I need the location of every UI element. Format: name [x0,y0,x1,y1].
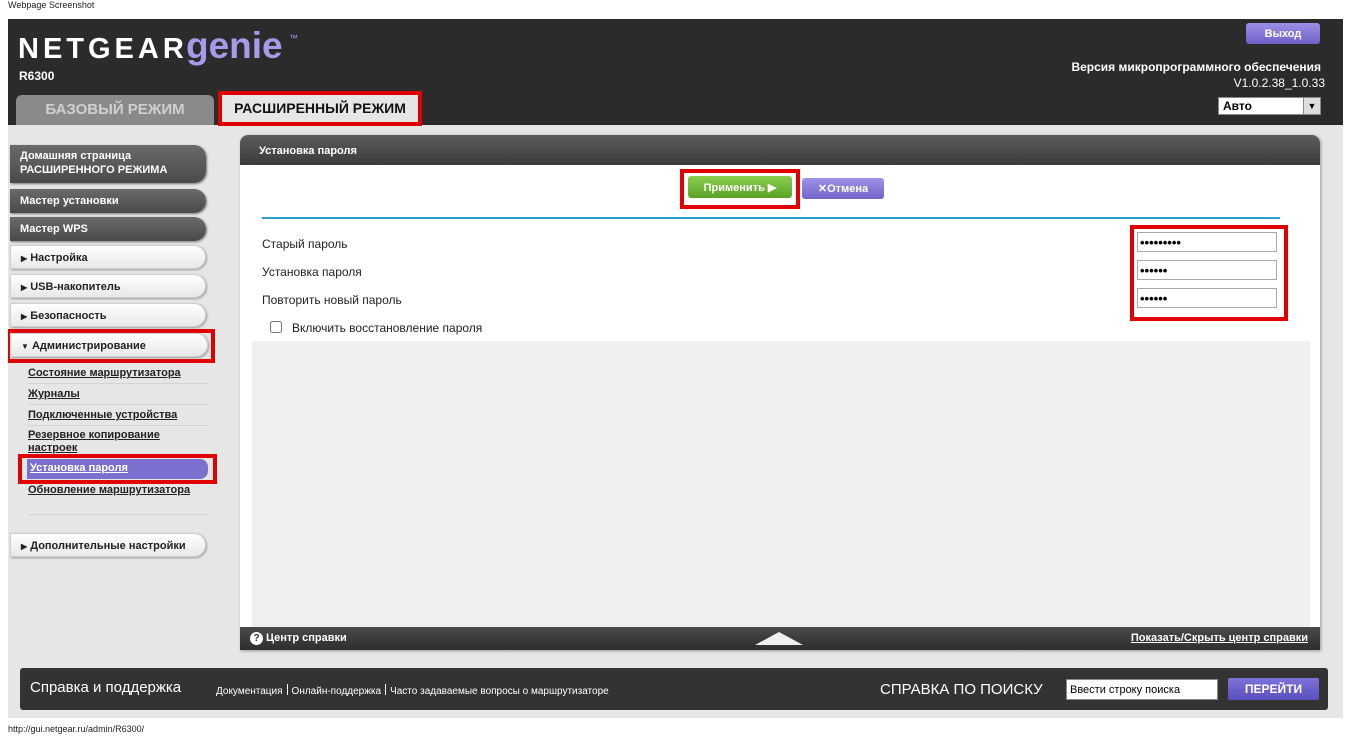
sidebar-item-advanced-home[interactable]: Домашняя страница РАСШИРЕННОГО РЕЖИМА [10,145,206,183]
language-select[interactable]: Авто ▼ [1218,97,1321,115]
new-password-label: Установка пароля [262,265,362,279]
submenu-set-password[interactable]: Установка пароля [27,459,208,479]
password-recovery-checkbox[interactable] [270,321,282,333]
sidebar-item-security[interactable]: ▶ Безопасность [10,303,206,327]
trademark-mark: ™ [289,33,298,43]
sidebar-item-label: Безопасность [30,310,107,322]
submenu-attached-devices[interactable]: Подключенные устройства [28,407,208,426]
chevron-down-icon[interactable]: ▼ [1303,98,1320,114]
netgear-logo: NETGEAR [18,33,188,65]
arrow-down-icon: ▼ [21,342,29,351]
content-panel: Установка пароля Применить ▶ ✕Отмена Ста… [240,135,1320,650]
cancel-button[interactable]: ✕Отмена [802,178,884,199]
sidebar-item-label: Мастер WPS [20,223,88,235]
repeat-password-field[interactable] [1137,288,1277,308]
sidebar-item-label: Администрирование [31,340,146,352]
router-model: R6300 [19,69,55,83]
submenu-router-update[interactable]: Обновление маршрутизатора [28,483,208,515]
help-icon[interactable]: ? [250,632,263,645]
old-password-field[interactable] [1137,232,1277,252]
toggle-help-link[interactable]: Показать/Скрыть центр справки [1131,632,1308,644]
firmware-label: Версия микропрограммного обеспечения [1071,60,1321,74]
sidebar-item-label: Дополнительные настройки [30,540,186,552]
status-bar-url: http://gui.netgear.ru/admin/R6300/ [8,724,145,734]
sidebar-item-label: USB-накопитель [30,281,121,293]
submenu-logs[interactable]: Журналы [28,386,208,405]
sidebar-item-label: Мастер установки [20,195,119,207]
password-recovery-label: Включить восстановление пароля [292,321,483,335]
top-header: NETGEAR genie ™ R6300 Выход Версия микро… [8,19,1343,126]
support-title: Справка и поддержка [30,679,182,696]
firmware-version: V1.0.2.38_1.0.33 [1233,76,1325,90]
link-separator [385,684,387,695]
sidebar-item-setup[interactable]: ▶ Настройка [10,245,206,269]
search-help-title: СПРАВКА ПО ПОИСКУ [880,681,1043,698]
sidebar-item-label: Домашняя страница [20,150,132,162]
arrow-right-icon: ▶ [21,312,28,321]
help-center-bar: ? Центр справки Показать/Скрыть центр сп… [240,627,1320,650]
expand-arrow-icon[interactable] [755,632,803,645]
apply-button[interactable]: Применить ▶ [688,176,792,198]
submenu-router-status[interactable]: Состояние маршрутизатора [28,365,208,384]
router-admin-page: NETGEAR genie ™ R6300 Выход Версия микро… [8,19,1343,718]
search-input[interactable] [1066,679,1218,700]
language-value: Авто [1223,99,1252,113]
search-go-button[interactable]: ПЕРЕЙТИ [1228,678,1319,700]
sidebar-item-administration[interactable]: ▼ Администрирование [10,333,208,357]
genie-logo: genie [186,25,283,66]
support-footer: Справка и поддержка Документация Онлайн-п… [20,668,1328,710]
panel-title: Установка пароля [240,135,1320,165]
support-links: Документация Онлайн-поддержка Часто задава… [216,684,609,697]
sidebar-item-label: Настройка [30,252,88,264]
arrow-right-icon: ▶ [21,283,28,292]
sidebar-item-usb[interactable]: ▶ USB-накопитель [10,274,206,298]
tab-advanced-mode[interactable]: РАСШИРЕННЫЙ РЕЖИМ [218,91,422,126]
new-password-field[interactable] [1137,260,1277,280]
link-separator [286,684,288,695]
sidebar-item-advanced-settings[interactable]: ▶ Дополнительные настройки [10,533,206,557]
page-caption: Webpage Screenshot [8,0,95,10]
link-documentation[interactable]: Документация [216,686,283,697]
panel-empty-area [252,341,1310,631]
arrow-right-icon: ▶ [21,542,28,551]
repeat-password-label: Повторить новый пароль [262,293,402,307]
arrow-right-icon: ▶ [21,254,28,263]
help-center-title[interactable]: Центр справки [266,632,347,644]
logout-button[interactable]: Выход [1246,23,1320,44]
tab-basic-mode[interactable]: БАЗОВЫЙ РЕЖИМ [16,95,214,125]
divider [262,217,1280,219]
link-faq[interactable]: Часто задаваемые вопросы о маршрутизатор… [390,686,609,697]
sidebar-item-setup-wizard[interactable]: Мастер установки [10,189,206,213]
old-password-label: Старый пароль [262,237,348,251]
sidebar-item-wps-wizard[interactable]: Мастер WPS [10,217,206,241]
sidebar-item-label: РАСШИРЕННОГО РЕЖИМА [20,164,168,176]
link-online-support[interactable]: Онлайн-поддержка [292,686,382,697]
